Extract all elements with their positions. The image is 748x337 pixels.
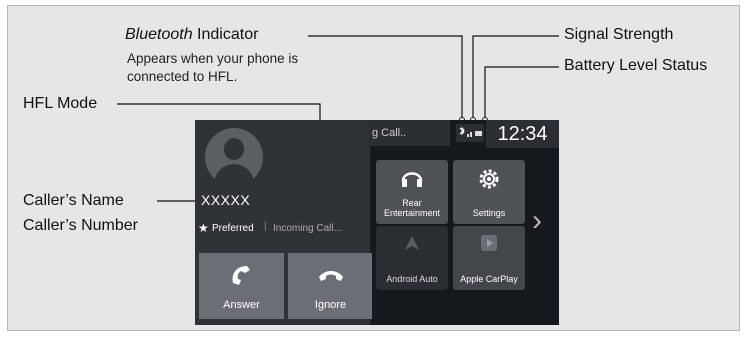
bluetooth-note-line1: Appears when your phone is: [127, 51, 299, 66]
incoming-banner[interactable]: g Call..: [368, 120, 450, 146]
bluetooth-note: Appears when your phone is connected to …: [127, 50, 298, 86]
preferred-star-icon: ★: [198, 221, 209, 235]
bluetooth-icon: [459, 126, 465, 136]
avatar-icon: [205, 128, 263, 186]
ignore-button[interactable]: Ignore: [288, 253, 373, 319]
tile-android-auto-label: Android Auto: [386, 274, 438, 284]
ignore-phone-icon: [318, 271, 343, 281]
callout-bluetooth-suffix: Indicator: [192, 26, 259, 43]
tile-rear-entertainment[interactable]: Rear Entertainment: [376, 160, 448, 224]
signal-icon: [467, 132, 472, 137]
caller-name: XXXXX: [201, 192, 251, 208]
next-page-chevron-icon[interactable]: ›: [532, 204, 542, 238]
status-bar: g Call.. 12:34: [368, 120, 559, 148]
tile-rear-entertainment-label: Rear Entertainment: [383, 198, 441, 218]
headphones-icon: [401, 172, 423, 187]
call-status-row: ★ Preferred | Incoming Call...: [195, 218, 370, 240]
callout-callers-name: Caller’s Name: [23, 192, 124, 209]
tile-apple-carplay-label: Apple CarPlay: [460, 274, 518, 284]
bluetooth-note-line2: connected to HFL.: [127, 69, 238, 84]
carplay-icon: [481, 235, 497, 251]
callout-bluetooth-indicator: Bluetooth Indicator: [125, 26, 258, 44]
answer-phone-icon: [232, 266, 250, 285]
tile-android-auto[interactable]: Android Auto: [376, 226, 448, 290]
android-auto-icon: [405, 236, 419, 250]
home-pane: g Call.. 12:34 Rear Entertainment Settin…: [368, 120, 559, 325]
hfl-screen: XXXXX ★ Preferred | Incoming Call... Ans…: [195, 120, 559, 325]
gear-icon: [479, 169, 499, 189]
tile-apple-carplay[interactable]: Apple CarPlay: [453, 226, 525, 290]
callout-battery-level: Battery Level Status: [564, 57, 708, 74]
tile-settings-label: Settings: [472, 208, 506, 218]
status-icons: [456, 124, 484, 142]
ignore-label: Ignore: [314, 299, 347, 311]
battery-icon: [475, 131, 482, 136]
callout-signal-strength: Signal Strength: [564, 26, 674, 43]
answer-button[interactable]: Answer: [199, 253, 284, 319]
incoming-call-pane: XXXXX ★ Preferred | Incoming Call... Ans…: [195, 120, 373, 325]
clock: 12:34: [486, 120, 559, 148]
callout-callers-number: Caller’s Number: [23, 217, 138, 234]
callout-hfl-mode: HFL Mode: [23, 95, 98, 112]
preferred-label: Preferred: [212, 223, 254, 234]
tile-settings[interactable]: Settings: [453, 160, 525, 224]
callout-bluetooth-word: Bluetooth: [125, 26, 193, 43]
answer-label: Answer: [223, 299, 260, 311]
status-separator: |: [264, 221, 267, 232]
hfl-mode-text: Incoming Call...: [273, 223, 342, 234]
